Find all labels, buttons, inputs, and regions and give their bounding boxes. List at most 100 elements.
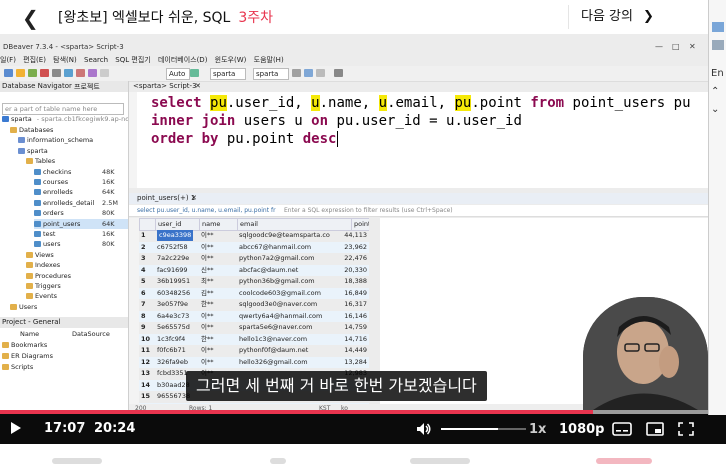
play-icon[interactable] [11, 422, 21, 434]
tree-item[interactable]: Tables [26, 156, 128, 166]
table-cell[interactable]: 이** [201, 230, 213, 241]
table-cell[interactable]: 16,849 [329, 288, 367, 299]
table-row[interactable]: 2 c6752f58 이** abcc67@hanmail.com 23,962 [139, 241, 369, 253]
tree-item[interactable]: Views [26, 250, 128, 260]
table-cell[interactable]: hello326@gmail.com [239, 357, 308, 368]
table-row[interactable]: 4 fac91699 신** abcfac@daum.net 20,330 [139, 264, 369, 276]
table-cell[interactable]: 신** [201, 265, 213, 276]
table-cell[interactable]: 5e65575d [157, 322, 190, 333]
chevron-down-icon[interactable]: ⌄ [711, 104, 719, 115]
quality-selector[interactable]: 1080p [559, 422, 605, 437]
table-cell[interactable]: 14,759 [329, 322, 367, 333]
search-icon[interactable] [316, 69, 325, 77]
table-row[interactable]: 6 60348256 김** coolcode603@gmail.com 16,849 [139, 287, 369, 299]
playback-speed[interactable]: 1x [529, 422, 546, 437]
sql-editor-icon[interactable] [16, 69, 25, 77]
filter-input[interactable]: Enter a SQL expression to filter results… [284, 207, 453, 214]
table-cell[interactable]: 22,476 [329, 253, 367, 264]
tree-item[interactable]: Databases [10, 125, 128, 135]
project-item-bookmarks[interactable]: Bookmarks [2, 340, 47, 350]
menu-file[interactable]: 일(F) [0, 56, 16, 64]
table-row[interactable]: 10 1c3fc9f4 한** hello1c3@naver.com 14,716 [139, 333, 369, 345]
table-cell[interactable]: 23,962 [329, 242, 367, 253]
tree-item[interactable]: enrolleds_detail 2.5M [34, 198, 128, 208]
project-item-scripts[interactable]: Scripts [2, 362, 33, 372]
menu-edit[interactable]: 편집(E) [23, 56, 46, 64]
schema-combo[interactable]: sparta [253, 68, 289, 80]
table-cell[interactable]: 이** [201, 311, 213, 322]
datasource-combo[interactable]: sparta [210, 68, 246, 80]
table-cell[interactable]: 이** [201, 357, 213, 368]
table-row[interactable]: 7 3e057f9e 한** sqlgood3e0@naver.com 16,317 [139, 299, 369, 310]
table-cell[interactable]: 이** [201, 322, 213, 333]
table-cell[interactable]: 14,449 [329, 345, 367, 356]
explain-icon[interactable] [334, 69, 343, 77]
fullscreen-icon[interactable] [678, 422, 694, 436]
menu-search[interactable]: Search [84, 56, 108, 64]
close-icon[interactable]: ✕ [689, 42, 696, 51]
refresh-icon[interactable] [52, 69, 61, 77]
menu-navigate[interactable]: 탐색(N) [53, 56, 77, 64]
transaction-log-icon[interactable] [100, 69, 109, 77]
table-cell[interactable]: 326fa9eb [157, 357, 188, 368]
table-cell[interactable]: 1c3fc9f4 [157, 334, 185, 345]
captions-icon[interactable] [612, 422, 632, 436]
tab-project[interactable]: 프로젝트 [74, 82, 100, 92]
tree-item[interactable]: point_users 64K [34, 218, 128, 229]
table-cell[interactable]: b30aad28 [157, 380, 190, 391]
commit-icon[interactable] [64, 69, 73, 77]
table-cell[interactable]: 6a4e3c73 [157, 311, 189, 322]
sql-editor[interactable]: select pu.user_id, u.name, u.email, pu.p… [137, 92, 708, 188]
table-cell[interactable]: 이** [201, 345, 213, 356]
tree-item[interactable]: sparta [18, 146, 128, 156]
table-cell[interactable]: qwerty6a4@hanmail.com [239, 311, 322, 322]
chevron-up-icon[interactable]: ⌃ [711, 86, 719, 97]
table-cell[interactable]: pythonf0f@daum.net [239, 345, 308, 356]
run-icon[interactable] [304, 69, 313, 77]
table-cell[interactable]: python36b@gmail.com [239, 276, 315, 287]
table-cell[interactable]: 한** [201, 334, 213, 345]
tree-item[interactable]: orders 80K [34, 208, 128, 218]
table-cell[interactable]: 한** [201, 299, 213, 310]
table-row[interactable]: 3 7a2c229e 이** python7a2@gmail.com 22,476 [139, 253, 369, 264]
table-cell[interactable]: 3e057f9e [157, 299, 188, 310]
table-cell[interactable]: coolcode603@gmail.com [239, 288, 321, 299]
table-cell[interactable]: f0fc6b71 [157, 345, 186, 356]
table-cell[interactable]: 13,284 [329, 357, 367, 368]
tree-item[interactable]: Procedures [26, 271, 128, 281]
picture-in-picture-icon[interactable] [646, 422, 664, 436]
tree-item[interactable]: test 16K [34, 229, 128, 239]
tree-item[interactable]: Triggers [26, 281, 128, 291]
results-tab[interactable]: point_users(+) 1 [137, 194, 195, 202]
table-row[interactable]: 11 f0fc6b71 이** pythonf0f@daum.net 14,449 [139, 345, 369, 356]
table-cell[interactable]: 최** [201, 276, 213, 287]
menu-sql-editor[interactable]: SQL 편집기 [115, 56, 150, 64]
table-cell[interactable]: 18,388 [329, 276, 367, 287]
table-row[interactable]: 1 c9ea3398 이** sqlgoodc9e@teamsparta.co 44,1… [139, 230, 369, 241]
table-row[interactable]: 12 326fa9eb 이** hello326@gmail.com 13,284 [139, 356, 369, 368]
tree-item[interactable]: courses 16K [34, 177, 128, 187]
transaction-icon[interactable] [88, 69, 97, 77]
table-cell[interactable]: sqlgood3e0@naver.com [239, 299, 317, 310]
table-cell[interactable]: 36b19951 [157, 276, 190, 287]
panel-icon[interactable] [712, 40, 724, 50]
table-cell[interactable]: 7a2c229e [157, 253, 189, 264]
table-row[interactable]: 9 5e65575d 이** sparta5e6@naver.com 14,759 [139, 322, 369, 333]
table-row[interactable]: 8 6a4e3c73 이** qwerty6a4@hanmail.com 16,146 [139, 310, 369, 322]
transaction-mode-combo[interactable]: Auto [166, 68, 190, 80]
tree-item[interactable]: checkins 48K [34, 167, 128, 177]
sql-icon[interactable] [190, 69, 199, 77]
table-cell[interactable]: 20,330 [329, 265, 367, 276]
table-cell[interactable]: hello1c3@naver.com [239, 334, 307, 345]
rollback-icon[interactable] [76, 69, 85, 77]
table-cell[interactable]: 16,317 [329, 299, 367, 310]
tree-connection[interactable]: sparta - sparta.cb1fkcegiwk9.ap-no [2, 114, 128, 124]
table-row[interactable]: 5 36b19951 최** python36b@gmail.com 18,388 [139, 276, 369, 287]
maximize-icon[interactable]: □ [672, 42, 680, 51]
tree-item[interactable]: enrolleds 64K [34, 187, 128, 197]
table-cell[interactable]: 김** [201, 288, 213, 299]
connect-icon[interactable] [28, 69, 37, 77]
results-filter-bar[interactable]: select pu.user_id, u.name, u.email, pu.p… [129, 205, 708, 217]
table-cell[interactable]: 16,146 [329, 311, 367, 322]
menu-help[interactable]: 도움말(H) [254, 56, 284, 64]
